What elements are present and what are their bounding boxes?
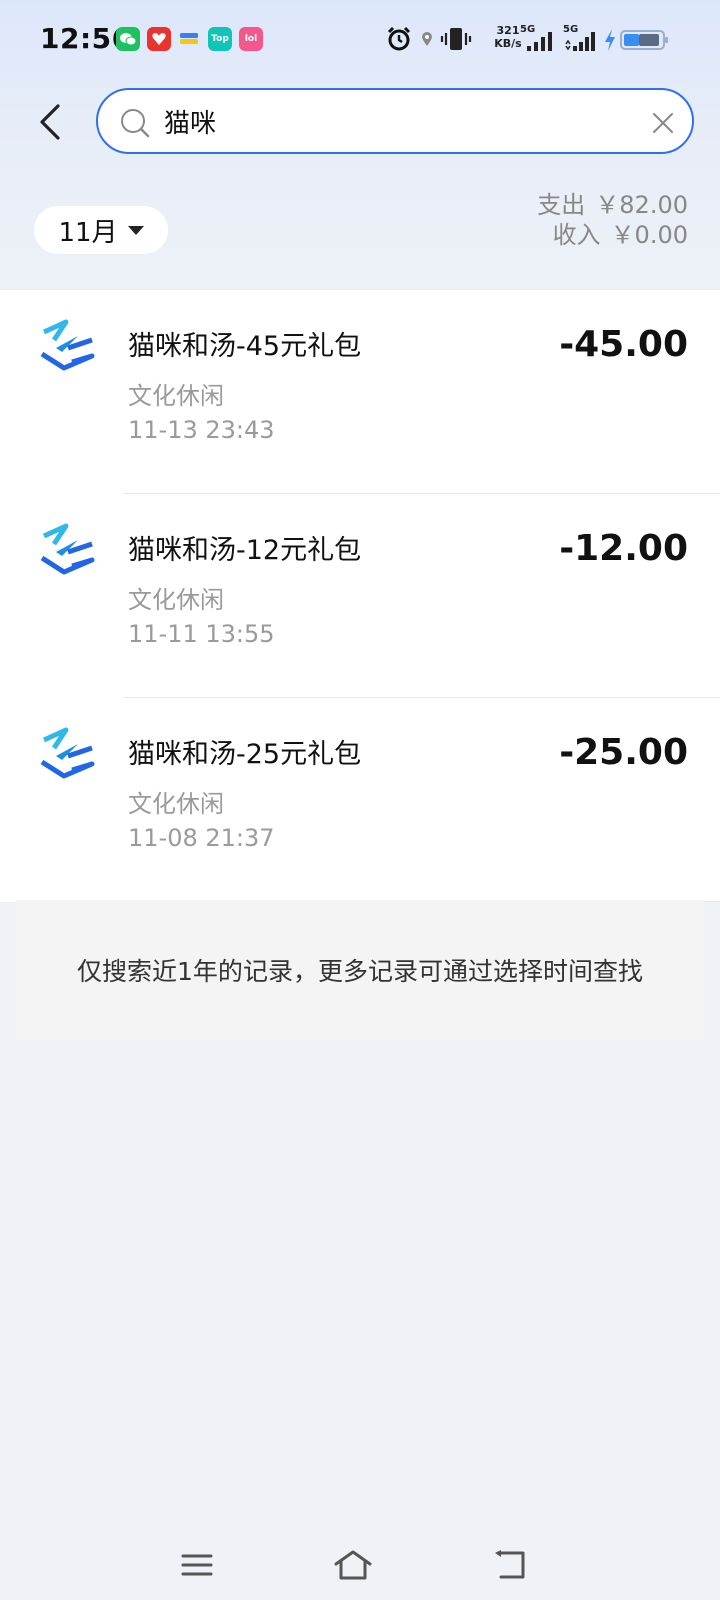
close-icon <box>653 113 673 133</box>
income-label: 收入 <box>552 221 601 249</box>
battery-icon <box>620 30 668 50</box>
transaction-amount: -25.00 <box>559 732 688 773</box>
system-nav-bar <box>0 1530 720 1600</box>
summary-totals: 支出 ￥82.00 收入 ￥0.00 <box>537 190 688 250</box>
income-value: ￥0.00 <box>610 221 688 249</box>
vibrate-icon <box>440 28 472 50</box>
chevron-down-icon <box>127 225 144 235</box>
search-input[interactable] <box>164 100 624 142</box>
wechat-icon <box>116 27 140 51</box>
transaction-row[interactable]: 猫咪和汤-25元礼包 文化休闲 11-08 21:37 -25.00 <box>0 698 720 902</box>
pink-app-icon: lol <box>239 27 263 51</box>
transaction-row[interactable]: 猫咪和汤-12元礼包 文化休闲 11-11 13:55 -12.00 <box>0 494 720 698</box>
taobao-icon <box>147 27 171 51</box>
alarm-icon <box>387 26 411 51</box>
back-nav-icon <box>495 1550 525 1579</box>
search-icon <box>120 108 150 138</box>
transaction-title: 猫咪和汤-12元礼包 <box>128 535 362 566</box>
transaction-amount: -45.00 <box>559 324 688 365</box>
charging-icon <box>605 29 615 51</box>
back-nav-button[interactable] <box>486 1540 536 1590</box>
menu-nav-button[interactable] <box>172 1540 222 1590</box>
location-icon <box>422 32 432 46</box>
back-arrow-icon <box>40 104 60 140</box>
transaction-list: 猫咪和汤-45元礼包 文化休闲 11-13 23:43 -45.00 猫咪和汤-… <box>0 290 720 902</box>
transaction-title: 猫咪和汤-25元礼包 <box>128 739 362 770</box>
menu-icon <box>181 1554 213 1576</box>
expense-label: 支出 <box>537 191 586 219</box>
transaction-title: 猫咪和汤-45元礼包 <box>128 331 362 362</box>
month-filter-dropdown[interactable]: 11月 <box>34 206 168 254</box>
notice-text: 仅搜索近1年的记录，更多记录可通过选择时间查找 <box>77 957 643 986</box>
status-bar: 12:56 Top lol 321 KB/s 5G 5G <box>0 0 720 80</box>
signal-icon <box>527 32 552 51</box>
transaction-amount: -12.00 <box>559 528 688 569</box>
merchant-logo-icon <box>40 727 95 779</box>
transaction-time: 11-08 21:37 <box>128 824 275 852</box>
search-row <box>0 88 720 158</box>
month-filter-label: 11月 <box>58 217 118 248</box>
top-app-icon: Top <box>208 27 232 51</box>
transaction-category: 文化休闲 <box>128 586 224 614</box>
transaction-category: 文化休闲 <box>128 382 224 410</box>
transaction-row[interactable]: 猫咪和汤-45元礼包 文化休闲 11-13 23:43 -45.00 <box>0 290 720 494</box>
expense-value: ￥82.00 <box>595 191 688 219</box>
transaction-time: 11-11 13:55 <box>128 620 275 648</box>
search-range-notice: 仅搜索近1年的记录，更多记录可通过选择时间查找 <box>16 900 704 1040</box>
merchant-logo-icon <box>40 523 95 575</box>
transaction-time: 11-13 23:43 <box>128 416 275 444</box>
transaction-category: 文化休闲 <box>128 790 224 818</box>
search-box[interactable] <box>96 88 694 154</box>
home-nav-button[interactable] <box>328 1540 378 1590</box>
clear-search-button[interactable] <box>648 108 678 138</box>
app-icon <box>177 27 201 51</box>
home-icon <box>334 1550 372 1580</box>
signal-icon-2 <box>565 32 595 51</box>
back-button[interactable] <box>28 100 72 144</box>
merchant-logo-icon <box>40 319 95 371</box>
